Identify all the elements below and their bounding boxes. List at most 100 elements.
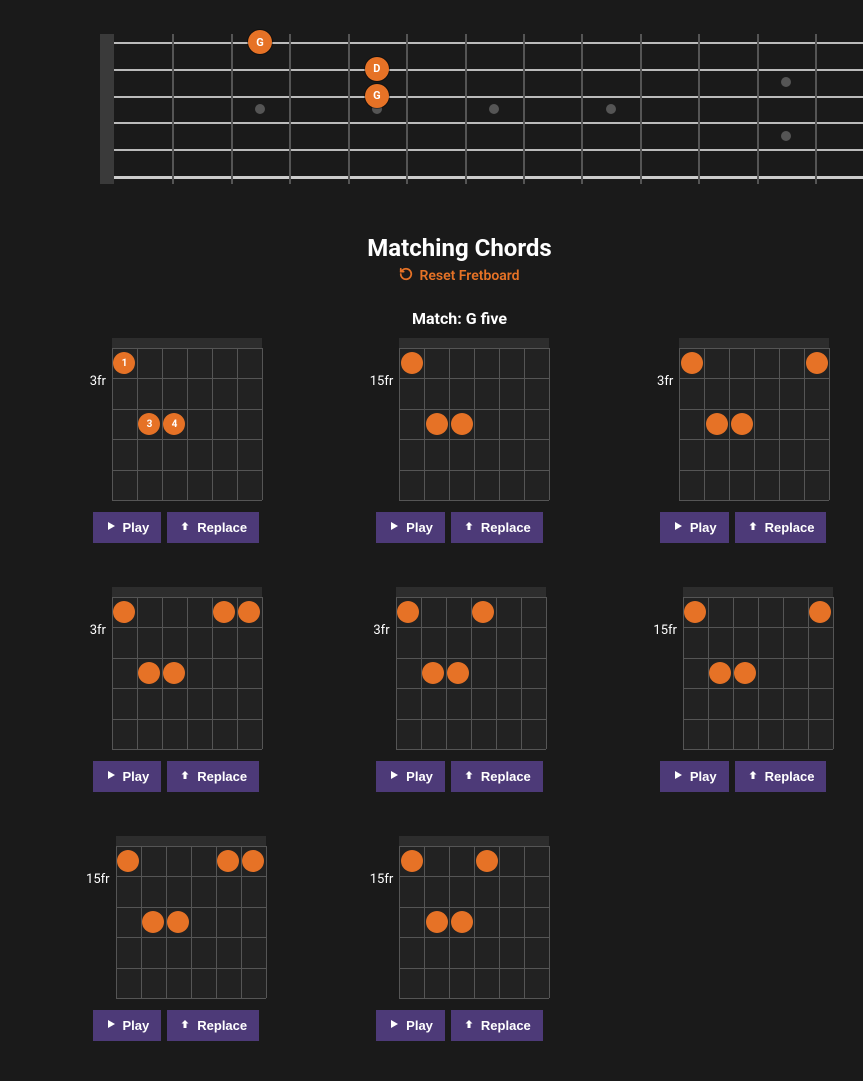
chord-dot [709, 662, 731, 684]
start-fret-label: 15fr [653, 623, 677, 638]
play-button[interactable]: Play [93, 1010, 162, 1041]
replace-button[interactable]: Replace [167, 761, 259, 792]
replace-label: Replace [197, 1018, 247, 1033]
replace-icon [747, 769, 759, 784]
chord-dot [426, 911, 448, 933]
play-icon [388, 1018, 400, 1033]
chord-diagram: 134 [112, 338, 262, 500]
start-fret-label: 15fr [86, 872, 110, 887]
fret-11 [757, 34, 759, 184]
fretboard-note[interactable]: G [365, 84, 389, 108]
chord-diagram [116, 836, 266, 998]
play-label: Play [406, 1018, 433, 1033]
replace-icon [463, 1018, 475, 1033]
chord-dot [242, 850, 264, 872]
replace-button[interactable]: Replace [735, 761, 827, 792]
fret-marker [489, 104, 499, 114]
chord-dot [397, 601, 419, 623]
replace-button[interactable]: Replace [451, 512, 543, 543]
chord-card: 15fr Play Replace [56, 836, 296, 1041]
reset-fretboard-link[interactable]: Reset Fretboard [399, 267, 519, 285]
replace-label: Replace [481, 1018, 531, 1033]
chord-dot [163, 662, 185, 684]
play-button[interactable]: Play [660, 761, 729, 792]
play-icon [672, 520, 684, 535]
replace-label: Replace [197, 769, 247, 784]
fret-9 [640, 34, 642, 184]
chord-dot [447, 662, 469, 684]
start-fret-label: 15fr [370, 374, 394, 389]
play-label: Play [406, 769, 433, 784]
chord-dot [681, 352, 703, 374]
chord-diagram [112, 587, 262, 749]
chord-dot [806, 352, 828, 374]
replace-icon [747, 520, 759, 535]
chord-card: 15fr Play Replace [623, 587, 863, 792]
reset-label: Reset Fretboard [419, 268, 519, 284]
chord-dot [138, 662, 160, 684]
chord-dot [113, 601, 135, 623]
start-fret-label: 15fr [370, 872, 394, 887]
fret-6 [465, 34, 467, 184]
chord-card: 15fr Play Replace [340, 338, 580, 543]
chord-dot [217, 850, 239, 872]
replace-label: Replace [197, 520, 247, 535]
replace-button[interactable]: Replace [735, 512, 827, 543]
fretboard-note[interactable]: D [365, 57, 389, 81]
chord-diagram [679, 338, 829, 500]
chord-dot [734, 662, 756, 684]
page-title: Matching Chords [28, 234, 863, 262]
start-fret-label: 3fr [373, 623, 389, 638]
start-fret-label: 3fr [90, 374, 106, 389]
fret-10 [698, 34, 700, 184]
chord-dot [684, 601, 706, 623]
chord-card: 3frPlayReplace [56, 587, 296, 792]
replace-icon [179, 1018, 191, 1033]
start-fret-label: 3fr [657, 374, 673, 389]
chord-dot [117, 850, 139, 872]
chord-card: 3fr Play Replace [623, 338, 863, 543]
replace-icon [463, 520, 475, 535]
chord-diagram [396, 587, 546, 749]
replace-icon [179, 520, 191, 535]
play-button[interactable]: Play [93, 761, 162, 792]
play-icon [105, 769, 117, 784]
replace-icon [179, 769, 191, 784]
play-icon [105, 520, 117, 535]
chord-dot [238, 601, 260, 623]
chord-diagram [399, 836, 549, 998]
play-label: Play [406, 520, 433, 535]
main-fretboard[interactable]: GDG [28, 24, 863, 194]
chord-dot [731, 413, 753, 435]
play-label: Play [690, 769, 717, 784]
replace-button[interactable]: Replace [451, 761, 543, 792]
chord-dot [213, 601, 235, 623]
chord-dot: 1 [113, 352, 135, 374]
chord-dot [422, 662, 444, 684]
chord-dot [476, 850, 498, 872]
match-line: Match: G five [28, 309, 863, 328]
chord-dot [451, 413, 473, 435]
play-button[interactable]: Play [376, 512, 445, 543]
replace-button[interactable]: Replace [167, 1010, 259, 1041]
replace-button[interactable]: Replace [451, 1010, 543, 1041]
play-label: Play [123, 1018, 150, 1033]
play-button[interactable]: Play [660, 512, 729, 543]
replace-button[interactable]: Replace [167, 512, 259, 543]
replace-label: Replace [765, 520, 815, 535]
fret-marker [781, 77, 791, 87]
play-icon [672, 769, 684, 784]
play-button[interactable]: Play [376, 761, 445, 792]
fret-3 [289, 34, 291, 184]
chord-diagram [683, 587, 833, 749]
replace-icon [463, 769, 475, 784]
replace-label: Replace [481, 769, 531, 784]
fretboard-note[interactable]: G [248, 30, 272, 54]
play-label: Play [123, 769, 150, 784]
play-button[interactable]: Play [376, 1010, 445, 1041]
replace-label: Replace [765, 769, 815, 784]
play-button[interactable]: Play [93, 512, 162, 543]
chord-dot [426, 413, 448, 435]
fret-5 [406, 34, 408, 184]
play-icon [388, 520, 400, 535]
